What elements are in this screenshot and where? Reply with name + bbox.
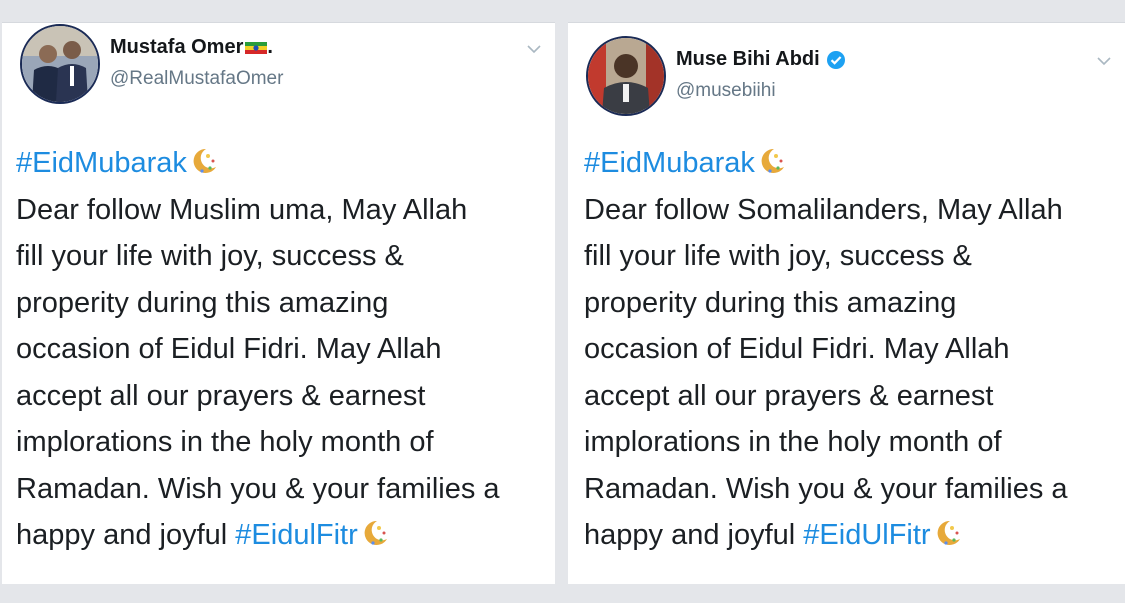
tweet-text: #EidMubarak Dear follow Muslim uma, May … bbox=[16, 140, 545, 559]
text-line: occasion of Eidul Fidri. May Allah bbox=[584, 333, 1010, 365]
top-divider bbox=[568, 22, 1125, 23]
tweet-card-mustafa[interactable]: Mustafa Omer . @RealMustafaOmer #EidMuba… bbox=[2, 22, 555, 584]
text-line: fill your life with joy, success & bbox=[16, 240, 404, 272]
text-line: Ramadan. Wish you & your families a bbox=[16, 472, 500, 505]
top-divider bbox=[2, 22, 555, 23]
text-line: occasion of Eidul Fidri. May Allah bbox=[16, 333, 442, 365]
hashtag-line: #EidMubarak bbox=[584, 140, 1115, 187]
crescent-moon-stars-icon bbox=[933, 518, 963, 548]
text-line: accept all our prayers & earnest bbox=[16, 379, 426, 412]
chevron-down-icon[interactable] bbox=[1097, 56, 1111, 66]
text-line: implorations in the holy month of bbox=[16, 426, 434, 458]
hashtag-link[interactable]: #EidUlFitr bbox=[803, 519, 930, 551]
hashtag-link[interactable]: #EidulFitr bbox=[235, 519, 358, 551]
text-line: Dear follow Muslim uma, May Allah bbox=[16, 193, 468, 226]
hashtag-line: #EidMubarak bbox=[16, 140, 545, 187]
name-row: Muse Bihi Abdi bbox=[676, 48, 846, 71]
text-line: happy and joyful bbox=[16, 519, 236, 551]
user-handle[interactable]: @musebiihi bbox=[676, 80, 776, 102]
name-row: Mustafa Omer . bbox=[110, 36, 273, 59]
crescent-moon-stars-icon bbox=[757, 146, 787, 176]
text-line: happy and joyful bbox=[584, 519, 804, 551]
tweet-card-muse[interactable]: Muse Bihi Abdi @musebiihi #EidMubarak De… bbox=[568, 22, 1125, 584]
verified-badge-icon bbox=[826, 50, 845, 69]
display-name[interactable]: Muse Bihi Abdi bbox=[676, 48, 820, 71]
crescent-moon-stars-icon bbox=[360, 518, 390, 548]
crescent-moon-stars-icon bbox=[189, 146, 219, 176]
user-handle[interactable]: @RealMustafaOmer bbox=[110, 68, 283, 90]
hashtag-link[interactable]: #EidMubarak bbox=[584, 147, 755, 179]
text-line: Ramadan. Wish you & your families a bbox=[584, 472, 1068, 505]
last-line: happy and joyful #EidUlFitr bbox=[584, 512, 1115, 559]
chevron-down-icon[interactable] bbox=[527, 44, 541, 54]
ethiopia-flag-icon bbox=[245, 41, 268, 54]
avatar[interactable] bbox=[586, 36, 666, 116]
text-line: properity during this amazing bbox=[584, 286, 957, 319]
text-line: fill your life with joy, success & bbox=[584, 240, 972, 272]
last-line: happy and joyful #EidulFitr bbox=[16, 512, 545, 559]
text-line: properity during this amazing bbox=[16, 286, 389, 319]
text-line: Dear follow Somalilanders, May Allah bbox=[584, 193, 1063, 226]
name-suffix: . bbox=[267, 36, 273, 58]
display-name[interactable]: Mustafa Omer bbox=[110, 36, 243, 59]
text-line: accept all our prayers & earnest bbox=[584, 379, 994, 412]
avatar[interactable] bbox=[20, 24, 100, 104]
tweet-text: #EidMubarak Dear follow Somalilanders, M… bbox=[584, 140, 1115, 559]
text-line: implorations in the holy month of bbox=[584, 426, 1002, 458]
hashtag-link[interactable]: #EidMubarak bbox=[16, 147, 187, 179]
